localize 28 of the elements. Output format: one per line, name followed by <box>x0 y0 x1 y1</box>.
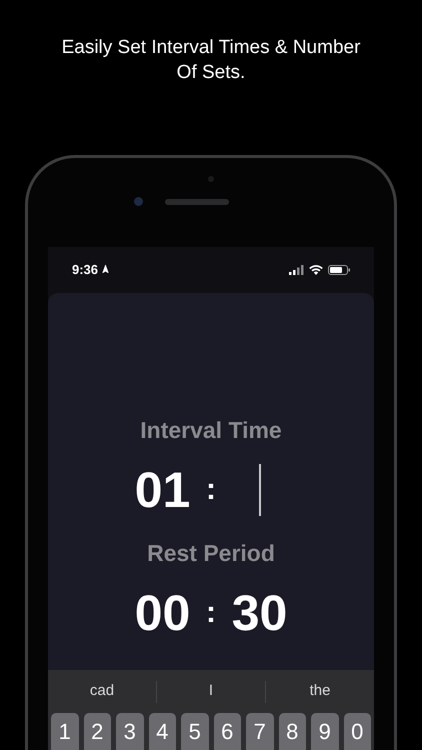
number-key[interactable]: 7 <box>246 713 274 750</box>
timer-label: Interval Time <box>140 416 282 444</box>
signal-icon <box>289 265 304 275</box>
number-key[interactable]: 2 <box>84 713 111 750</box>
caption: Easily Set Interval Times & Number Of Sets. <box>60 36 362 85</box>
number-key[interactable]: 1 <box>51 713 78 750</box>
front-camera-icon <box>134 197 142 206</box>
time-separator: : <box>205 472 217 508</box>
number-key[interactable]: 9 <box>311 713 338 750</box>
number-key[interactable]: 5 <box>181 713 208 750</box>
clock: 9:36 <box>72 261 98 280</box>
number-key[interactable]: 4 <box>148 713 176 750</box>
number-key[interactable]: 3 <box>116 713 144 750</box>
number-key[interactable]: 6 <box>214 713 241 750</box>
speaker-grille <box>164 198 228 204</box>
wifi-icon <box>309 265 323 275</box>
suggestion[interactable]: cad <box>90 680 114 703</box>
suggestion[interactable]: the <box>310 680 330 703</box>
timer-label: Rest Period <box>147 539 275 567</box>
battery-icon <box>328 265 350 275</box>
text-cursor <box>258 464 260 516</box>
suggestion[interactable]: I <box>208 680 214 703</box>
minutes-field[interactable]: 01 <box>134 462 192 518</box>
time-separator: : <box>205 595 217 631</box>
number-key[interactable]: 8 <box>278 713 306 750</box>
seconds-field[interactable]: 30 <box>230 585 288 641</box>
minutes-field[interactable]: 00 <box>134 585 192 641</box>
number-key[interactable]: 0 <box>344 713 371 750</box>
